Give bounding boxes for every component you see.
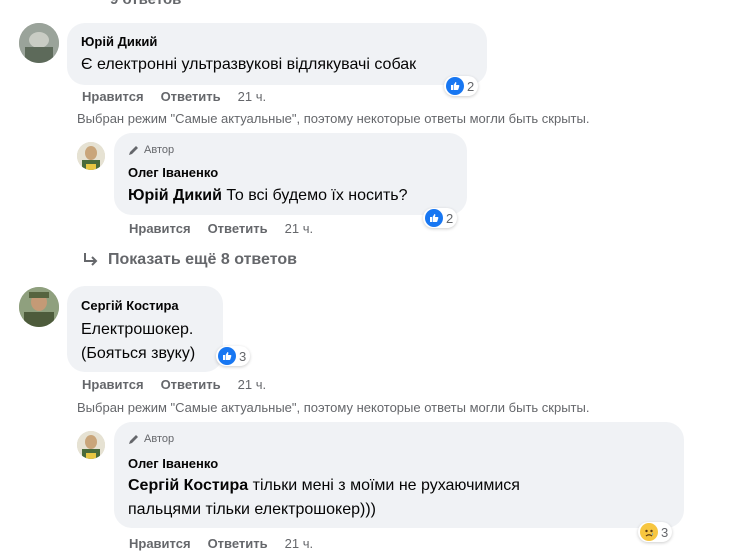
sad-face-icon bbox=[640, 523, 658, 541]
timestamp[interactable]: 21 ч. bbox=[238, 377, 266, 392]
avatar[interactable] bbox=[77, 142, 105, 170]
reply-actions: Нравится Ответить 21 ч. bbox=[129, 221, 330, 236]
reaction-number: 3 bbox=[239, 348, 247, 364]
like-icon bbox=[218, 347, 236, 365]
reply-button[interactable]: Ответить bbox=[208, 536, 268, 551]
timestamp[interactable]: 21 ч. bbox=[285, 536, 313, 551]
comment-text-line-1: Електрошокер. bbox=[81, 321, 194, 338]
reaction-number: 2 bbox=[467, 78, 475, 94]
like-button[interactable]: Нравится bbox=[129, 536, 191, 551]
reply-actions: Нравится Ответить 21 ч. bbox=[129, 536, 330, 551]
show-more-label: Показать ещё 8 ответов bbox=[108, 251, 297, 268]
replier-name[interactable]: Олег Іваненко bbox=[128, 165, 218, 180]
author-label: Автор bbox=[144, 144, 175, 156]
reaction-number: 3 bbox=[661, 524, 669, 540]
reply-arrow-icon bbox=[84, 253, 98, 266]
timestamp[interactable]: 21 ч. bbox=[238, 89, 266, 104]
pen-icon bbox=[129, 146, 138, 155]
like-button[interactable]: Нравится bbox=[129, 221, 191, 236]
reply-body: То всі будемо їх носить? bbox=[221, 187, 408, 204]
avatar[interactable] bbox=[77, 431, 105, 459]
reply-button[interactable]: Ответить bbox=[208, 221, 268, 236]
commenter-name[interactable]: Сергій Костира bbox=[81, 298, 179, 313]
reply-bubble: Автор Олег Іваненко Юрій Дикий То всі бу… bbox=[114, 133, 467, 215]
replier-name[interactable]: Олег Іваненко bbox=[128, 456, 218, 471]
mention-link[interactable]: Юрій Дикий bbox=[128, 187, 222, 204]
comment-actions: Нравится Ответить 21 ч. bbox=[82, 377, 283, 392]
comment-bubble: Юрій Дикий Є електронні ультразвукові ві… bbox=[67, 23, 487, 85]
author-badge: Автор bbox=[128, 433, 174, 445]
author-label: Автор bbox=[144, 433, 175, 445]
reaction-count[interactable]: 3 bbox=[638, 522, 673, 542]
like-icon bbox=[425, 209, 443, 227]
reaction-count[interactable]: 3 bbox=[216, 346, 251, 366]
reaction-count[interactable]: 2 bbox=[444, 76, 479, 96]
reply-text: Юрій Дикий То всі будемо їх носить? bbox=[128, 185, 408, 207]
ranking-notice: Выбран режим "Самые актуальные", поэтому… bbox=[77, 111, 590, 126]
reply-bubble: Автор Олег Іваненко Сергій Костира тільк… bbox=[114, 422, 684, 528]
reaction-count[interactable]: 2 bbox=[423, 208, 458, 228]
avatar[interactable] bbox=[19, 287, 59, 327]
like-icon bbox=[446, 77, 464, 95]
author-badge: Автор bbox=[128, 144, 174, 156]
reaction-number: 2 bbox=[446, 210, 454, 226]
comment-actions: Нравится Ответить 21 ч. bbox=[82, 89, 283, 104]
reply-button[interactable]: Ответить bbox=[161, 377, 221, 392]
reply-text-line-2: пальцями тільки електрошокер))) bbox=[128, 501, 376, 518]
reply-body-line-1: тільки мені з моїми не рухаючимися bbox=[248, 477, 520, 494]
reply-text-line-1: Сергій Костира тільки мені з моїми не ру… bbox=[128, 475, 520, 497]
previous-replies-label: 9 ответов bbox=[110, 0, 181, 8]
like-button[interactable]: Нравится bbox=[82, 89, 144, 104]
comment-text: Є електронні ультразвукові відлякувачі с… bbox=[81, 56, 417, 73]
like-button[interactable]: Нравится bbox=[82, 377, 144, 392]
ranking-notice: Выбран режим "Самые актуальные", поэтому… bbox=[77, 400, 590, 415]
commenter-name[interactable]: Юрій Дикий bbox=[81, 34, 157, 49]
reply-button[interactable]: Ответить bbox=[161, 89, 221, 104]
previous-replies-link[interactable]: 9 ответов bbox=[110, 0, 181, 8]
show-more-replies-button[interactable]: Показать ещё 8 ответов bbox=[82, 251, 297, 269]
avatar[interactable] bbox=[19, 23, 59, 63]
mention-link[interactable]: Сергій Костира bbox=[128, 477, 248, 494]
comment-bubble: Сергій Костира Електрошокер. (Бояться зв… bbox=[67, 286, 223, 372]
timestamp[interactable]: 21 ч. bbox=[285, 221, 313, 236]
comment-text-line-2: (Бояться звуку) bbox=[81, 345, 196, 362]
pen-icon bbox=[129, 435, 138, 444]
